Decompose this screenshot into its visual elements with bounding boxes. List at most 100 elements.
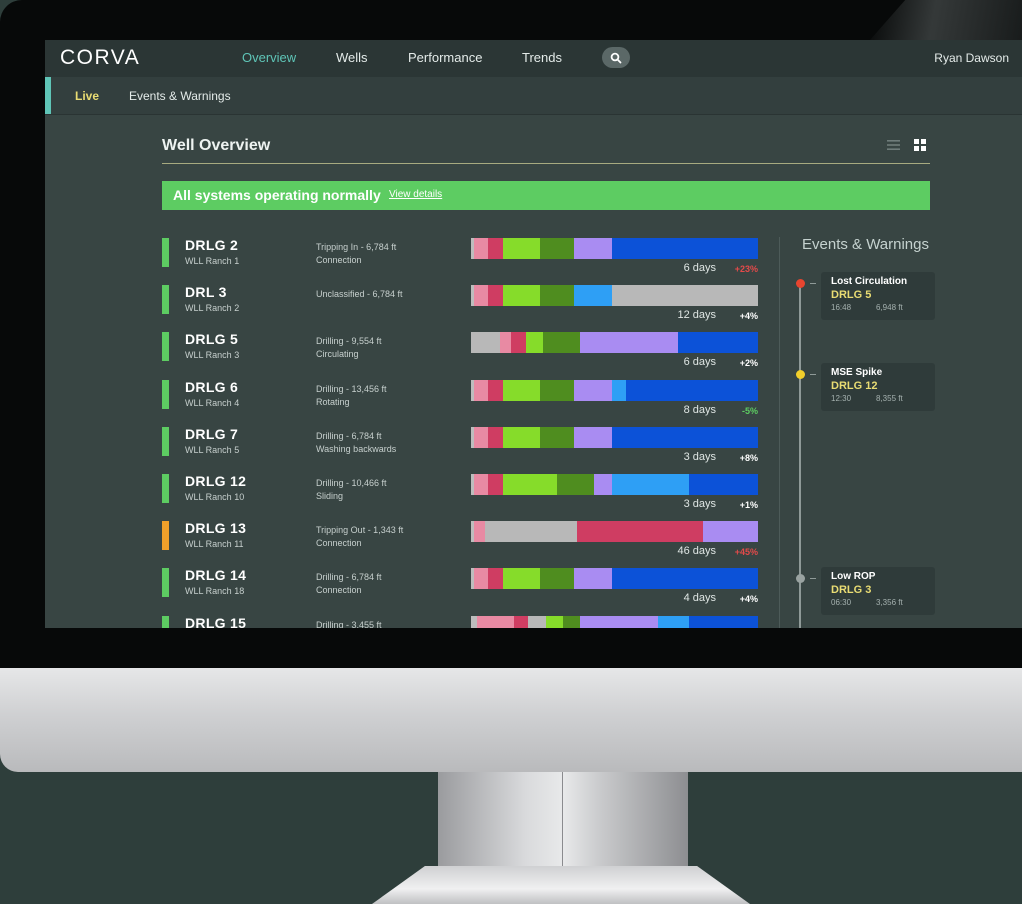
event-depth: 8,355 ft (876, 394, 903, 403)
event-type: MSE Spike (831, 367, 883, 378)
well-state: Rotating (316, 396, 350, 407)
well-activity: Tripping Out - 1,343 ft (316, 525, 404, 536)
activity-segment (611, 568, 758, 590)
nav-wells[interactable]: Wells (336, 50, 368, 65)
well-delta: +2% (739, 358, 758, 369)
activity-segment (539, 285, 575, 307)
events-title: Events & Warnings (802, 236, 929, 253)
nav-overview[interactable]: Overview (242, 50, 296, 65)
well-row[interactable]: DRLG 12 WLL Ranch 10 Drilling - 10,466 ft S… (162, 473, 762, 521)
event-type: Low ROP (831, 571, 876, 582)
well-row[interactable]: DRLG 7 WLL Ranch 5 Drilling - 6,784 ft Wash… (162, 425, 762, 474)
event-card[interactable]: MSE Spike DRLG 12 12:30 8,355 ft (821, 363, 935, 411)
activity-segment (611, 238, 758, 259)
event-time: 12:30 (831, 394, 852, 403)
well-row[interactable]: DRLG 2 WLL Ranch 1 Tripping In - 6,784 ft C… (162, 237, 762, 285)
well-activity: Drilling - 10,466 ft (316, 478, 387, 488)
event-card[interactable]: Low ROP DRLG 3 06:30 3,356 ft (821, 567, 935, 615)
monitor-stand-foot (372, 866, 750, 904)
activity-segment (502, 568, 540, 590)
well-activity: Drilling - 3,455 ft (316, 619, 382, 628)
well-activity: Unclassified - 6,784 ft (316, 289, 403, 300)
activity-segment (562, 615, 581, 628)
well-state: Connection (316, 585, 362, 596)
activity-segment (574, 285, 612, 307)
activity-segment (611, 285, 758, 307)
view-details-link[interactable]: View details (389, 189, 442, 200)
activity-segment (473, 285, 489, 307)
well-row[interactable]: DRL 3 WLL Ranch 2 Unclassified - 6,784 ft 1… (162, 284, 762, 332)
event-connector (810, 374, 816, 375)
well-name: DRLG 14 (185, 567, 247, 584)
subnav-events-warnings[interactable]: Events & Warnings (129, 89, 231, 103)
activity-segment (703, 521, 758, 543)
activity-segment (574, 568, 612, 590)
activity-segment (485, 521, 578, 543)
activity-segment (574, 379, 612, 401)
app-screen: CORVA Overview Wells Performance Trends … (45, 40, 1022, 628)
search-icon (610, 52, 622, 63)
well-row[interactable]: DRLG 14 WLL Ranch 18 Drilling - 6,784 ft Co… (162, 567, 762, 615)
activity-segment (574, 426, 612, 448)
activity-segment (528, 615, 546, 628)
activity-segment (488, 568, 503, 590)
activity-segment (689, 615, 758, 628)
activity-bar (471, 568, 758, 590)
event-depth: 3,356 ft (876, 598, 903, 607)
activity-segment (502, 426, 540, 448)
nav-trends[interactable]: Trends (522, 50, 562, 65)
status-banner: All systems operating normally View deta… (162, 181, 930, 210)
well-name: DRLG 15 (185, 614, 247, 628)
activity-bar (471, 426, 758, 448)
well-delta: -5% (741, 405, 758, 416)
events-divider (779, 237, 780, 628)
well-row[interactable]: DRLG 6 WLL Ranch 4 Drilling - 13,456 ft Rot… (162, 379, 762, 427)
activity-segment (476, 615, 515, 628)
well-status-indicator (162, 332, 169, 362)
event-time: 06:30 (831, 598, 852, 607)
well-days: 3 days (683, 498, 716, 510)
activity-segment (488, 426, 503, 448)
activity-segment (473, 238, 489, 259)
search-button[interactable] (602, 47, 630, 68)
activity-segment (502, 285, 540, 307)
activity-bar (471, 285, 758, 307)
activity-segment (611, 379, 626, 401)
activity-segment (677, 332, 758, 354)
well-status-indicator (162, 568, 169, 598)
activity-bar (471, 474, 758, 495)
user-name[interactable]: Ryan Dawson (934, 51, 1009, 65)
well-state: Washing backwards (316, 443, 397, 454)
activity-segment (539, 568, 575, 590)
event-depth: 6,948 ft (876, 303, 903, 312)
activity-segment (539, 238, 575, 259)
well-row[interactable]: DRLG 15 Drilling - 3,455 ft (162, 614, 762, 628)
well-name: DRLG 7 (185, 425, 239, 442)
page-title: Well Overview (162, 137, 271, 154)
well-days: 8 days (683, 403, 716, 416)
well-row[interactable]: DRLG 5 WLL Ranch 3 Drilling - 9,554 ft Circ… (162, 331, 762, 379)
well-delta: +4% (739, 311, 758, 322)
event-marker-icon (796, 279, 805, 288)
well-days: 12 days (677, 309, 716, 322)
activity-segment (488, 285, 503, 307)
activity-segment (657, 615, 690, 628)
activity-segment (574, 238, 612, 259)
activity-segment (473, 426, 489, 448)
well-delta: +8% (739, 452, 758, 463)
grid-view-icon[interactable] (914, 138, 926, 156)
well-row[interactable]: DRLG 13 WLL Ranch 11 Tripping Out - 1,343 … (162, 520, 762, 568)
logo[interactable]: CORVA (60, 46, 140, 70)
event-card[interactable]: Lost Circulation DRLG 5 16:48 6,948 ft (821, 272, 935, 320)
well-days: 46 days (677, 545, 716, 558)
activity-segment (525, 332, 543, 354)
list-view-icon[interactable] (887, 138, 900, 156)
monitor-stand-neck (438, 772, 688, 872)
activity-segment (502, 474, 558, 495)
well-days: 3 days (683, 450, 716, 463)
well-activity: Tripping In - 6,784 ft (316, 242, 397, 252)
nav-performance[interactable]: Performance (408, 50, 482, 65)
activity-bar (471, 615, 758, 628)
subnav-live[interactable]: Live (75, 89, 99, 103)
well-status-indicator (162, 379, 169, 409)
